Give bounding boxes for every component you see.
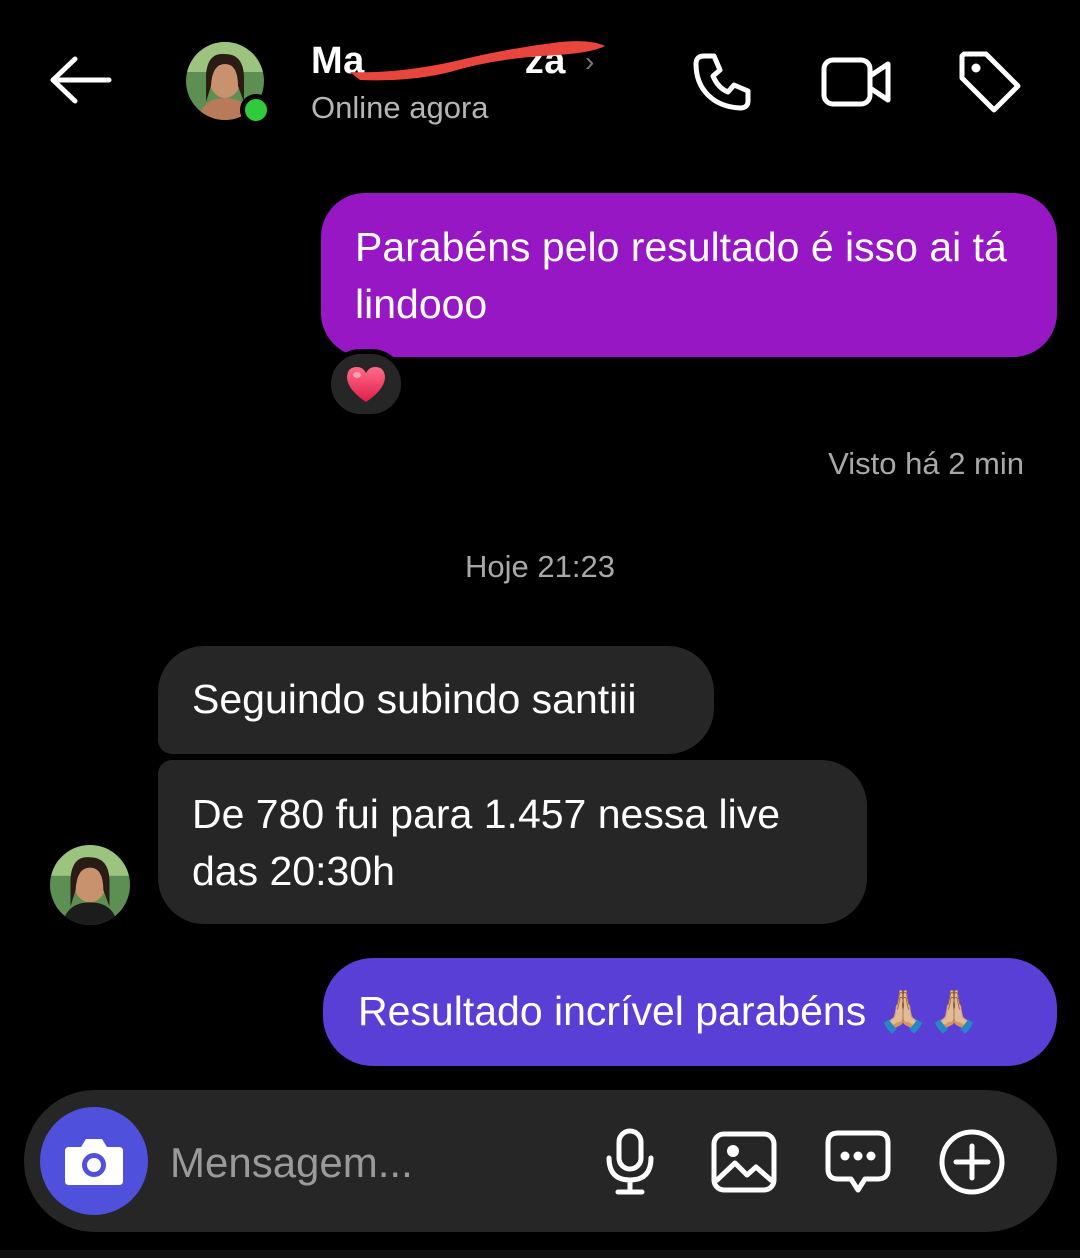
name-redaction-mark [350,41,605,81]
back-button[interactable] [40,50,120,110]
received-message[interactable]: Seguindo subindo santiii [158,646,714,754]
bottom-edge [0,1250,1080,1258]
online-status-dot [240,94,272,126]
label-button[interactable] [952,44,1028,120]
sticker-chat-icon [825,1130,891,1193]
gallery-button[interactable] [708,1126,780,1198]
received-message[interactable]: De 780 fui para 1.457 nessa live das 20:… [158,760,867,924]
microphone-icon [606,1128,654,1195]
sticker-button[interactable] [822,1126,894,1198]
camera-icon [65,1139,123,1185]
message-composer [24,1090,1057,1232]
contact-avatar[interactable] [186,42,272,126]
sender-avatar[interactable] [50,845,130,925]
voice-call-button[interactable] [684,44,760,120]
camera-button[interactable] [40,1107,148,1215]
video-call-button[interactable] [818,44,894,120]
back-arrow-icon [50,56,112,104]
message-timestamp: Hoje 21:23 [465,549,615,584]
message-input[interactable] [170,1135,590,1191]
heart-icon [347,367,385,402]
more-options-button[interactable] [936,1126,1008,1198]
heart-reaction[interactable] [326,349,406,419]
add-circle-icon [939,1129,1005,1195]
sent-message[interactable]: Resultado incrível parabéns 🙏🏼🙏🏼 [323,958,1057,1066]
gallery-icon [711,1131,777,1193]
seen-status: Visto há 2 min [828,446,1024,481]
online-status-text: Online agora [311,90,489,125]
chat-header: Ma za › Online agora [0,0,1080,165]
tag-icon [959,51,1021,113]
voice-message-button[interactable] [594,1126,666,1198]
chevron-right-icon: › [585,46,595,77]
phone-icon [693,53,751,111]
video-camera-icon [821,57,891,107]
sent-message[interactable]: Parabéns pelo resultado é isso ai tá lin… [321,193,1057,357]
